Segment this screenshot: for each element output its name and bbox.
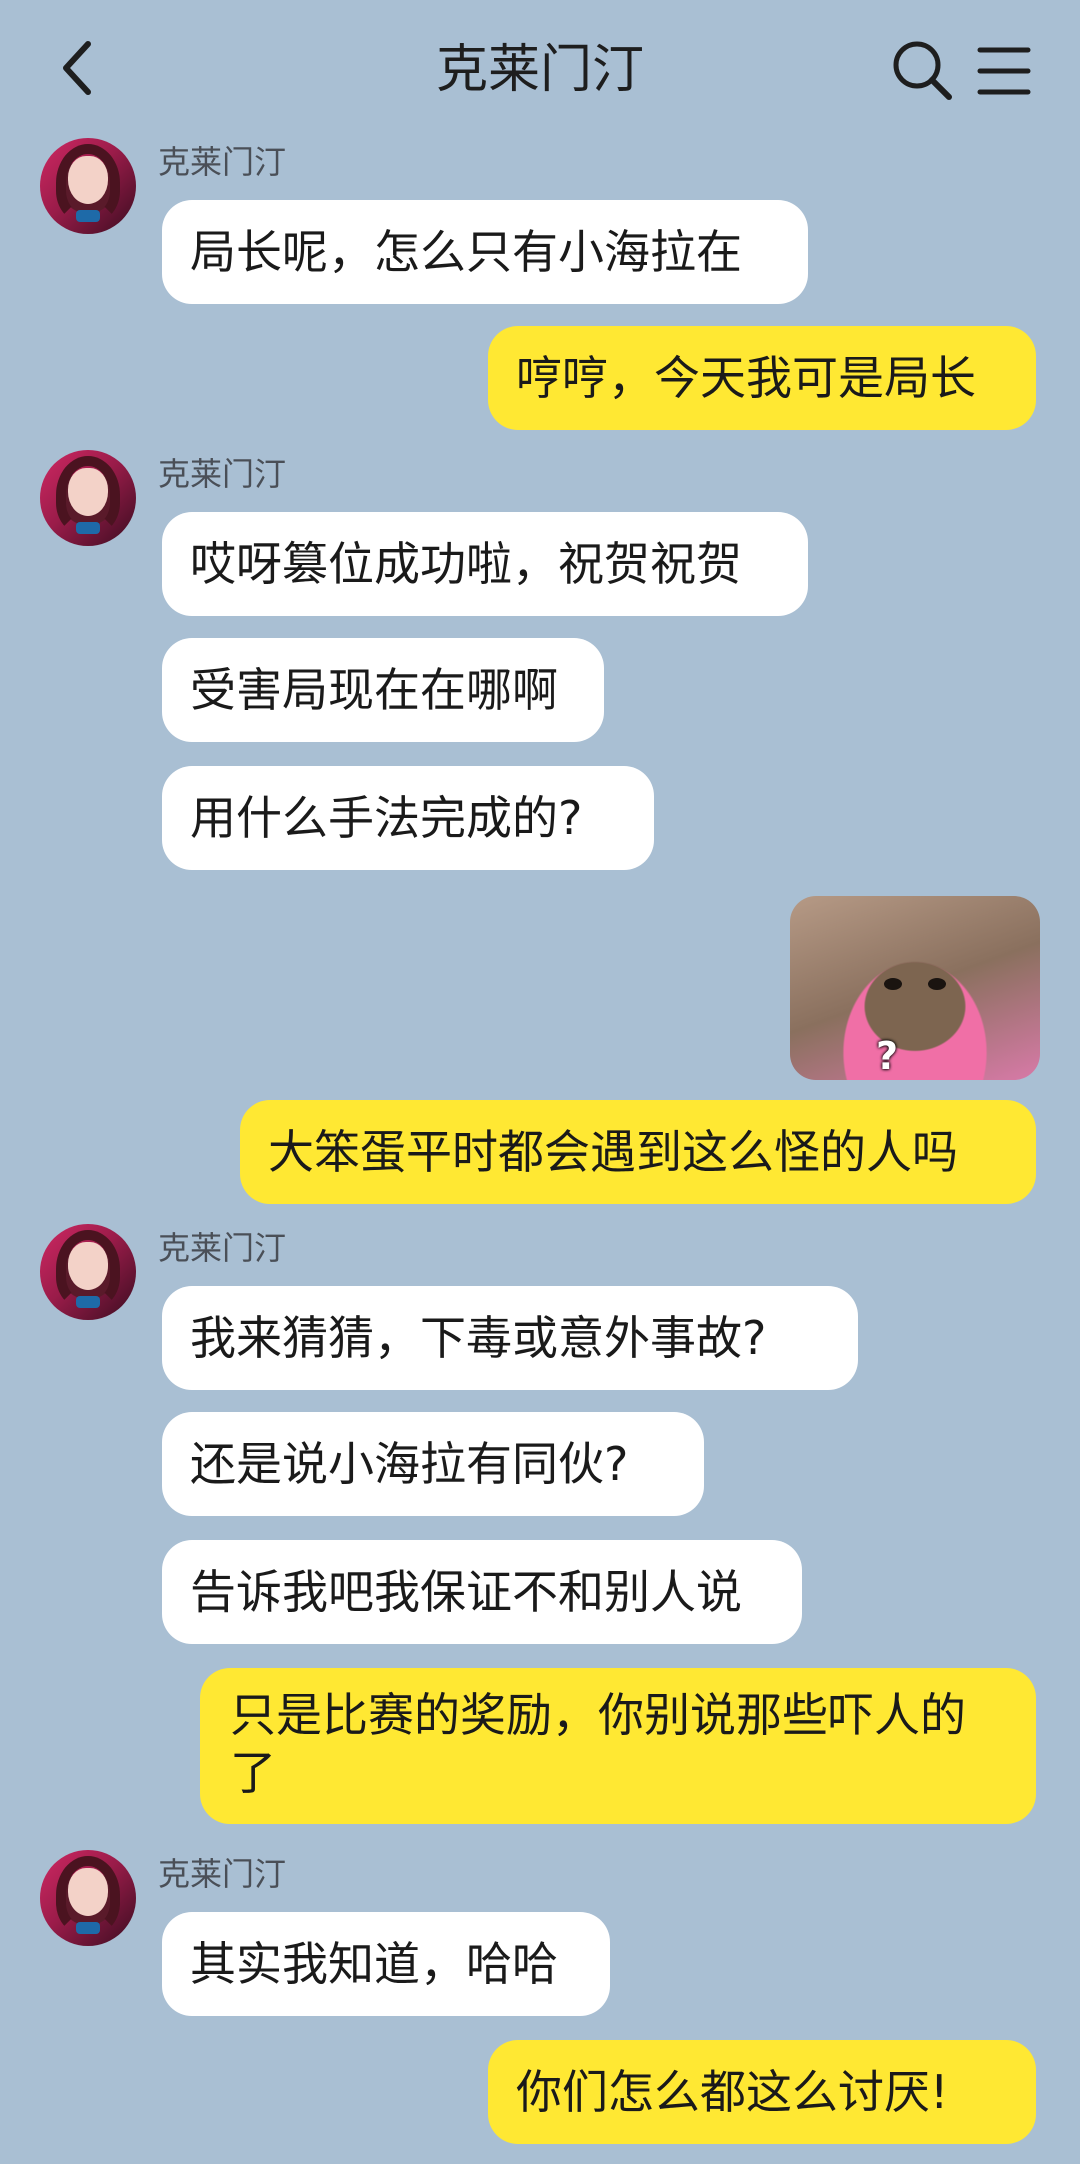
avatar[interactable]: [40, 1850, 136, 1946]
menu-icon: [977, 47, 1031, 95]
chat-header: 克莱门汀: [0, 0, 1080, 136]
message-bubble-incoming[interactable]: 哎呀篡位成功啦，祝贺祝贺: [162, 512, 808, 616]
message-bubble-outgoing[interactable]: 大笨蛋平时都会遇到这么怪的人吗: [240, 1100, 1036, 1204]
chevron-left-icon: [63, 41, 91, 95]
menu-button[interactable]: [976, 44, 1032, 98]
sender-name: 克莱门汀: [158, 143, 287, 181]
avatar[interactable]: [40, 450, 136, 546]
search-button[interactable]: [890, 38, 954, 102]
back-button[interactable]: [52, 38, 108, 98]
message-bubble-outgoing[interactable]: 只是比赛的奖励，你别说那些吓人的了: [200, 1668, 1036, 1824]
message-bubble-incoming[interactable]: 还是说小海拉有同伙?: [162, 1412, 704, 1516]
message-bubble-outgoing[interactable]: 哼哼，今天我可是局长: [488, 326, 1036, 430]
message-bubble-incoming[interactable]: 局长呢，怎么只有小海拉在: [162, 200, 808, 304]
cat-eye: [884, 978, 902, 990]
message-bubble-incoming[interactable]: 用什么手法完成的?: [162, 766, 654, 870]
cat-eye: [928, 978, 946, 990]
search-icon: [893, 41, 952, 100]
sticker-caption: ?: [876, 1034, 899, 1078]
sender-name: 克莱门汀: [158, 1855, 287, 1893]
avatar[interactable]: [40, 138, 136, 234]
message-bubble-outgoing[interactable]: 你们怎么都这么讨厌!: [488, 2040, 1036, 2144]
sticker-image-cat[interactable]: ?: [790, 896, 1040, 1080]
message-bubble-incoming[interactable]: 受害局现在在哪啊: [162, 638, 604, 742]
message-bubble-incoming[interactable]: 告诉我吧我保证不和别人说: [162, 1540, 802, 1644]
message-bubble-incoming[interactable]: 其实我知道，哈哈: [162, 1912, 610, 2016]
avatar[interactable]: [40, 1224, 136, 1320]
sender-name: 克莱门汀: [158, 1229, 287, 1267]
sender-name: 克莱门汀: [158, 455, 287, 493]
message-bubble-incoming[interactable]: 我来猜猜，下毒或意外事故?: [162, 1286, 858, 1390]
